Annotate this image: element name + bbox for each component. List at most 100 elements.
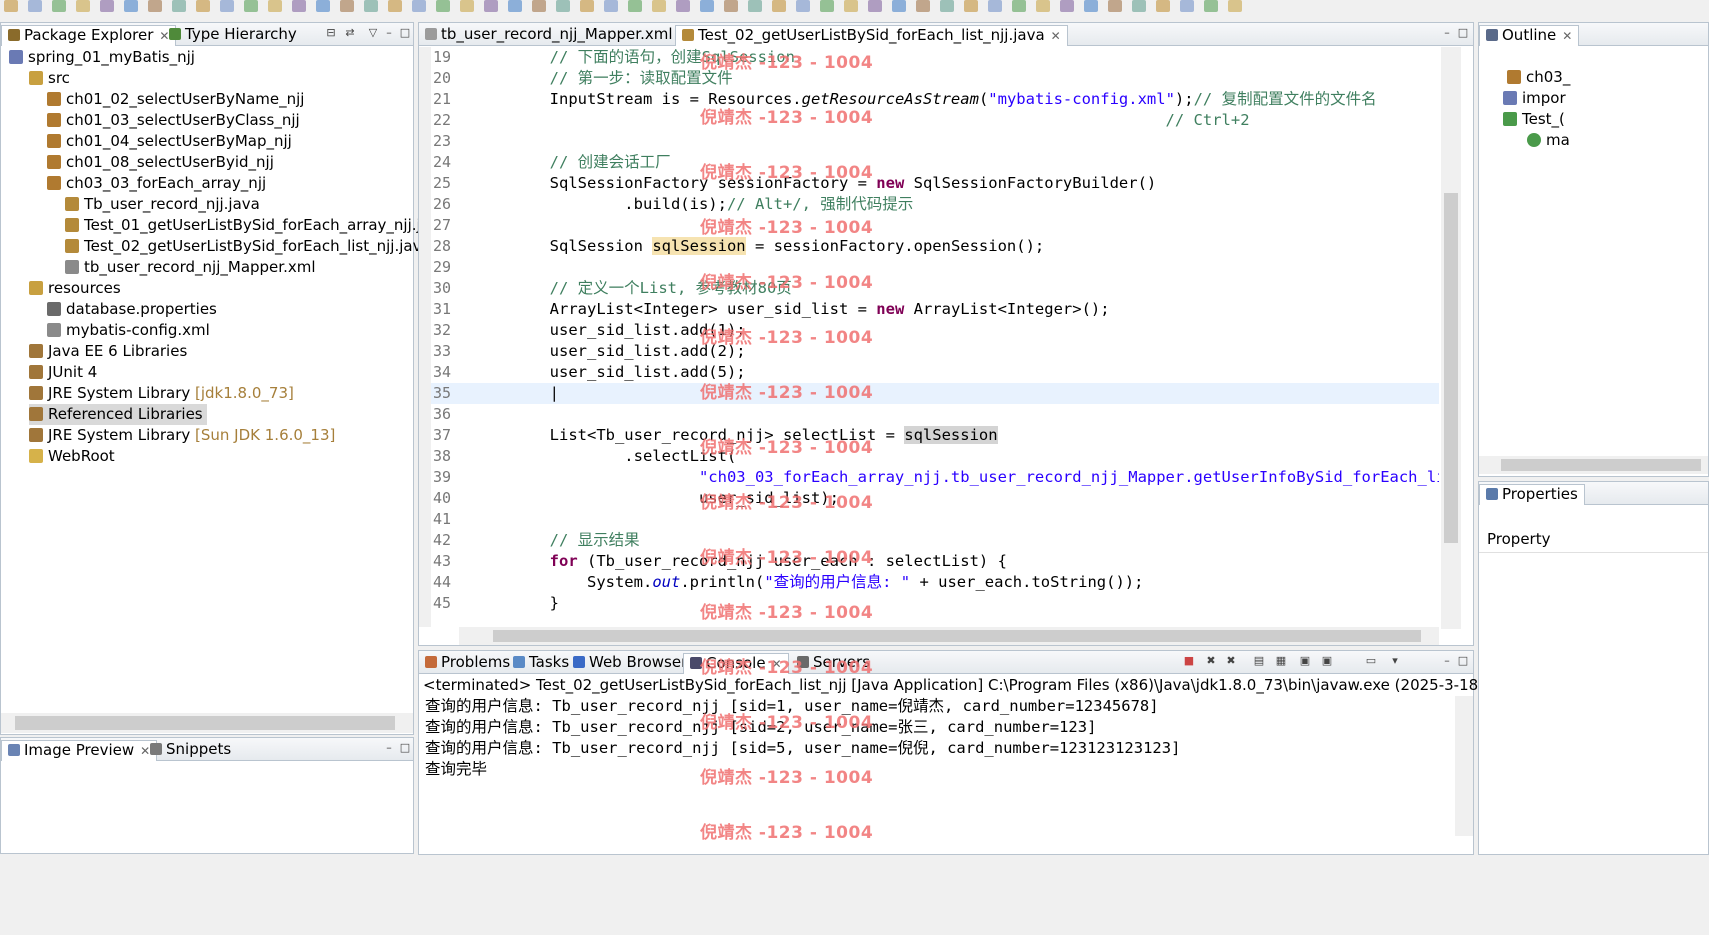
tree-item[interactable]: Referenced Libraries [29,404,207,425]
tree-item[interactable]: ch01_08_selectUserByid_njj [47,152,274,173]
toolbar-button-icon[interactable] [148,0,162,12]
maximize-icon[interactable]: □ [1457,27,1469,39]
remove-all-icon[interactable]: ✖ [1225,655,1237,667]
outline-item[interactable]: impor [1503,88,1566,109]
horizontal-scrollbar[interactable] [459,627,1439,645]
maximize-icon[interactable]: □ [1457,655,1469,667]
display-console-icon[interactable]: ▣ [1321,655,1333,667]
view-menu-icon[interactable]: ▽ [367,27,379,39]
minimize-icon[interactable]: – [1441,655,1453,667]
toolbar-button-icon[interactable] [1228,0,1242,12]
toolbar-button-icon[interactable] [700,0,714,12]
toolbar-button-icon[interactable] [484,0,498,12]
collapse-all-icon[interactable]: ⊟ [325,27,337,39]
toolbar-button-icon[interactable] [844,0,858,12]
toolbar-button-icon[interactable] [940,0,954,12]
tab-type-hierarchy[interactable]: Type Hierarchy [163,25,303,46]
tree-item[interactable]: Tb_user_record_njj.java [65,194,260,215]
tree-item[interactable]: src [29,68,70,89]
minimize-icon[interactable]: – [383,742,395,754]
toolbar-button-icon[interactable] [28,0,42,12]
tree-item[interactable]: Java EE 6 Libraries [29,341,187,362]
tab-problems[interactable]: Problems [419,653,516,674]
scrollbar-thumb[interactable] [15,716,395,730]
vertical-scrollbar[interactable] [1455,696,1473,836]
toolbar-button-icon[interactable] [220,0,234,12]
toolbar-button-icon[interactable] [1132,0,1146,12]
outline-item[interactable]: ch03_ [1507,67,1570,88]
scrollbar-thumb[interactable] [493,630,1421,642]
toolbar-button-icon[interactable] [100,0,114,12]
tab-test-02-java[interactable]: Test_02_getUserListBySid_forEach_list_nj… [675,25,1068,46]
outline-item[interactable]: ma [1527,130,1570,151]
remove-launch-icon[interactable]: ✖ [1205,655,1217,667]
tab-outline[interactable]: Outline ✕ [1479,25,1580,46]
toolbar-button-icon[interactable] [1036,0,1050,12]
tab-mapper-xml[interactable]: tb_user_record_njj_Mapper.xml [419,25,679,46]
tree-item[interactable]: WebRoot [29,446,115,467]
toolbar-button-icon[interactable] [532,0,546,12]
tree-item[interactable]: spring_01_myBatis_njj [9,47,195,68]
toolbar-button-icon[interactable] [1012,0,1026,12]
tree-item[interactable]: database.properties [47,299,217,320]
maximize-icon[interactable]: □ [399,742,411,754]
toolbar-button-icon[interactable] [172,0,186,12]
scroll-lock-icon[interactable]: ▦ [1275,655,1287,667]
toolbar-button-icon[interactable] [796,0,810,12]
tab-package-explorer[interactable]: Package Explorer ✕ [1,25,177,46]
toolbar-button-icon[interactable] [52,0,66,12]
tree-item[interactable]: ch01_03_selectUserByClass_njj [47,110,300,131]
tree-item[interactable]: JRE System Library [Sun JDK 1.6.0_13] [29,425,335,446]
toolbar-button-icon[interactable] [76,0,90,12]
toolbar-button-icon[interactable] [772,0,786,12]
tree-item[interactable]: JRE System Library [jdk1.8.0_73] [29,383,294,404]
toolbar-button-icon[interactable] [1204,0,1218,12]
toolbar-button-icon[interactable] [436,0,450,12]
toolbar-button-icon[interactable] [124,0,138,12]
tab-tasks[interactable]: Tasks [507,653,575,674]
toolbar-button-icon[interactable] [268,0,282,12]
close-icon[interactable]: ✕ [1051,29,1061,43]
tab-console[interactable]: Console ✕ [683,653,789,674]
toolbar-button-icon[interactable] [1060,0,1074,12]
pin-console-icon[interactable]: ▣ [1299,655,1311,667]
stop-icon[interactable]: ■ [1183,655,1195,667]
horizontal-scrollbar[interactable] [1479,456,1708,474]
console-output[interactable]: 查询的用户信息: Tb_user_record_njj [sid=1, user… [419,696,1449,836]
vertical-scrollbar[interactable] [1441,47,1461,629]
tab-servers[interactable]: Servers [791,653,876,674]
toolbar-button-icon[interactable] [556,0,570,12]
toolbar-button-icon[interactable] [580,0,594,12]
toolbar-button-icon[interactable] [676,0,690,12]
horizontal-scrollbar[interactable] [1,713,413,733]
toolbar-button-icon[interactable] [892,0,906,12]
toolbar-button-icon[interactable] [652,0,666,12]
close-icon[interactable]: ✕ [772,657,782,671]
code-area[interactable]: 19 // 下面的语句，创建SqlSession 20 // 第一步：读取配置文件… [431,47,1439,629]
toolbar-button-icon[interactable] [820,0,834,12]
clear-console-icon[interactable]: ▤ [1253,655,1265,667]
toolbar-button-icon[interactable] [1108,0,1122,12]
close-icon[interactable]: ✕ [1562,29,1572,43]
toolbar-button-icon[interactable] [1084,0,1098,12]
link-editor-icon[interactable]: ⇄ [344,27,356,39]
toolbar-button-icon[interactable] [1156,0,1170,12]
toolbar-button-icon[interactable] [412,0,426,12]
toolbar-button-icon[interactable] [724,0,738,12]
view-menu-icon[interactable]: ▾ [1389,655,1401,667]
tree-item[interactable]: Test_01_getUserListBySid_forEach_array_n… [65,215,448,236]
tree-item[interactable]: JUnit 4 [29,362,97,383]
toolbar-button-icon[interactable] [508,0,522,12]
toolbar-button-icon[interactable] [604,0,618,12]
minimize-icon[interactable]: – [383,27,395,39]
tab-image-preview[interactable]: Image Preview ✕ [1,740,158,761]
tree-item[interactable]: resources [29,278,121,299]
tab-web-browser[interactable]: Web Browser [567,653,693,674]
open-console-icon[interactable]: ▭ [1365,655,1377,667]
toolbar-button-icon[interactable] [388,0,402,12]
toolbar-button-icon[interactable] [340,0,354,12]
toolbar-button-icon[interactable] [868,0,882,12]
tab-snippets[interactable]: Snippets [144,740,237,761]
toolbar-button-icon[interactable] [1180,0,1194,12]
toolbar-button-icon[interactable] [196,0,210,12]
